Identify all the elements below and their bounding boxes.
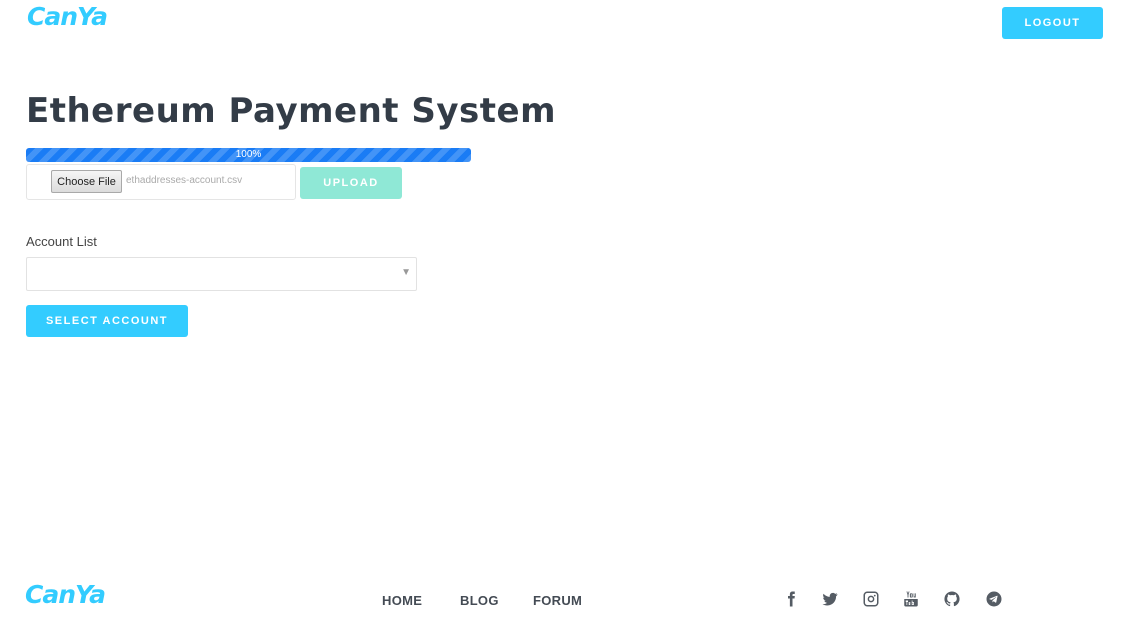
- file-input[interactable]: Choose File ethaddresses-account.csv: [26, 164, 296, 200]
- account-list-label: Account List: [26, 234, 97, 249]
- footer-nav-forum[interactable]: FORUM: [533, 593, 582, 608]
- selected-file-name: ethaddresses-account.csv: [126, 175, 243, 186]
- footer-nav-blog[interactable]: BLOG: [460, 593, 499, 608]
- logout-button[interactable]: LOGOUT: [1002, 7, 1103, 39]
- instagram-icon[interactable]: [860, 588, 882, 610]
- footer-canya-logo[interactable]: CanYa: [25, 580, 106, 610]
- account-list-select[interactable]: ▼: [26, 257, 417, 291]
- choose-file-button[interactable]: Choose File: [51, 170, 122, 193]
- facebook-icon[interactable]: [780, 588, 802, 610]
- dropdown-arrow-icon: ▼: [401, 267, 411, 278]
- page-title: Ethereum Payment System: [26, 91, 557, 131]
- footer-nav-home[interactable]: HOME: [382, 593, 422, 608]
- canya-logo[interactable]: CanYa: [27, 2, 108, 32]
- telegram-icon[interactable]: [983, 588, 1005, 610]
- youtube-icon[interactable]: [900, 588, 922, 610]
- twitter-icon[interactable]: [819, 588, 841, 610]
- progress-label: 100%: [235, 149, 262, 160]
- select-account-button[interactable]: SELECT ACCOUNT: [26, 305, 188, 337]
- github-icon[interactable]: [941, 588, 963, 610]
- upload-button[interactable]: UPLOAD: [300, 167, 402, 199]
- upload-progress-bar: 100%: [26, 148, 471, 162]
